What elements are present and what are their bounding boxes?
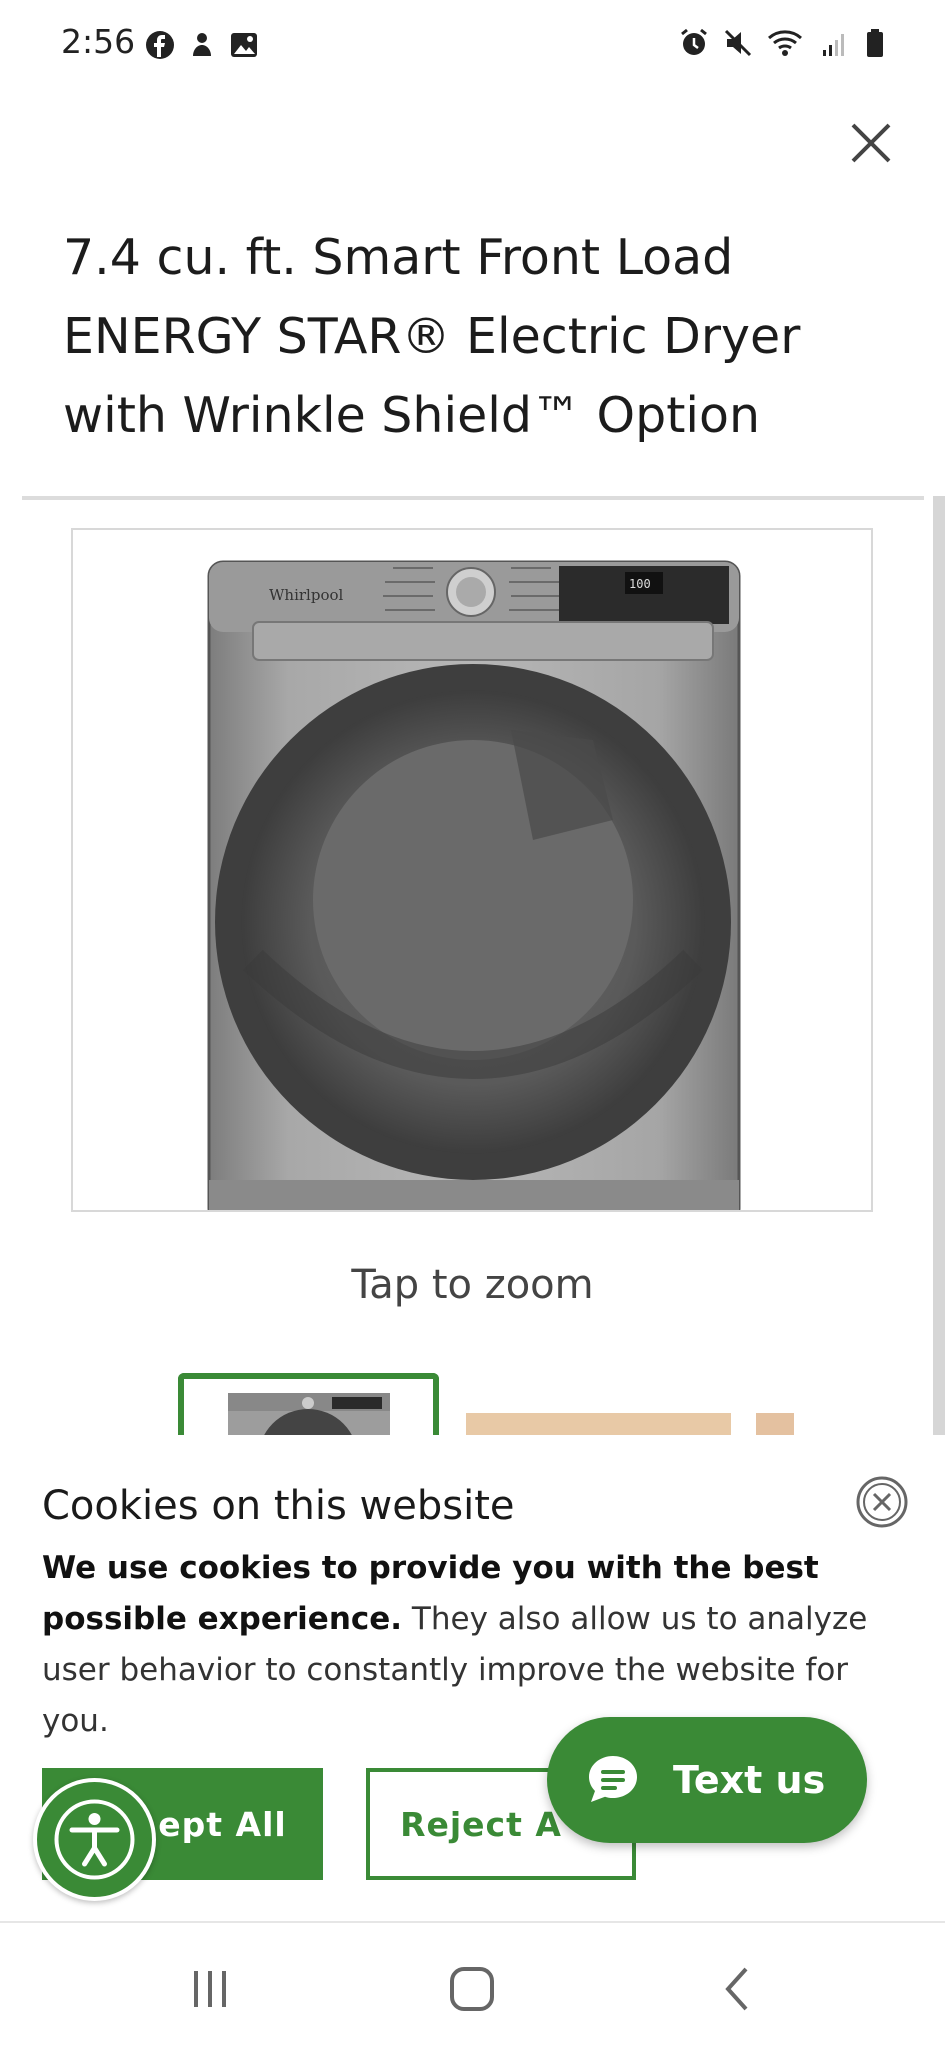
text-us-button[interactable]: Text us bbox=[547, 1717, 867, 1843]
zoom-hint: Tap to zoom bbox=[351, 1262, 594, 1308]
notification-icon bbox=[193, 33, 211, 56]
system-nav-bar bbox=[0, 1921, 945, 2050]
signal-icon bbox=[823, 34, 844, 56]
cookie-title: Cookies on this website bbox=[42, 1483, 515, 1529]
thumbnail-dryer-image bbox=[228, 1393, 390, 1443]
status-time: 2:56 bbox=[61, 22, 136, 61]
home-icon[interactable] bbox=[442, 1959, 502, 2019]
facebook-icon bbox=[146, 31, 174, 59]
status-bar: 2:56 bbox=[0, 0, 945, 92]
gallery-icon bbox=[231, 33, 257, 57]
status-right-icons bbox=[679, 28, 885, 58]
close-icon[interactable] bbox=[848, 120, 894, 166]
wifi-icon bbox=[768, 30, 802, 56]
thumbnail-selected[interactable] bbox=[178, 1373, 439, 1443]
accessibility-button[interactable] bbox=[33, 1778, 156, 1901]
accessibility-icon bbox=[54, 1799, 135, 1880]
cookie-close-icon[interactable] bbox=[855, 1475, 909, 1529]
accept-all-label: ept All bbox=[158, 1804, 287, 1844]
alarm-icon bbox=[681, 28, 707, 55]
back-icon[interactable] bbox=[708, 1959, 768, 2019]
battery-icon bbox=[867, 29, 883, 57]
recent-apps-icon[interactable] bbox=[180, 1959, 240, 2019]
text-us-label: Text us bbox=[673, 1758, 826, 1802]
product-image[interactable]: Whirlpool 100 bbox=[71, 528, 873, 1212]
reject-all-label: Reject A bbox=[400, 1804, 562, 1844]
brand-logo: Whirlpool bbox=[269, 586, 344, 604]
display-readout: 100 bbox=[629, 577, 651, 591]
status-left-icons bbox=[145, 30, 259, 60]
chat-icon bbox=[589, 1756, 637, 1802]
product-title: 7.4 cu. ft. Smart Front Load ENERGY STAR… bbox=[63, 229, 801, 444]
divider bbox=[22, 496, 924, 500]
dryer-illustration: Whirlpool 100 bbox=[207, 560, 741, 1210]
mute-icon bbox=[724, 29, 752, 57]
